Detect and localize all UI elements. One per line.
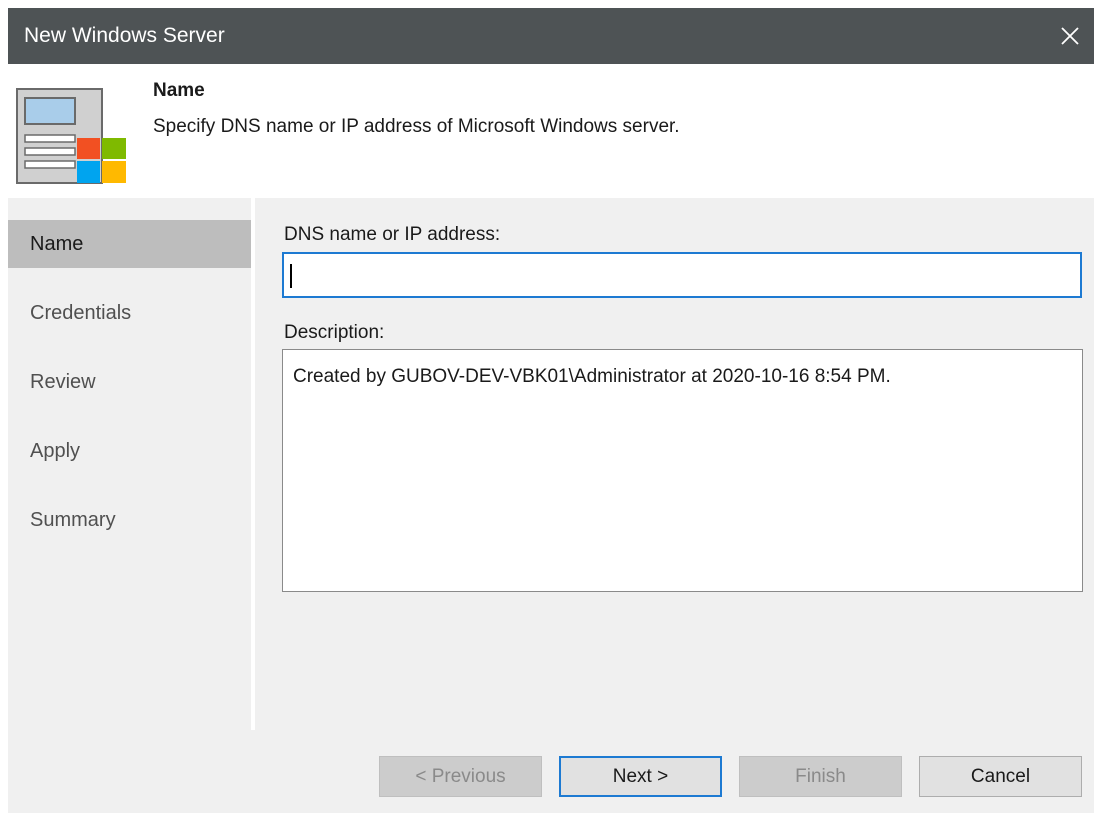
step-name[interactable]: Name xyxy=(8,220,251,268)
text-caret xyxy=(290,264,292,288)
description-label: Description: xyxy=(284,322,385,343)
close-icon[interactable] xyxy=(1046,8,1094,64)
step-apply[interactable]: Apply xyxy=(8,427,251,475)
step-credentials[interactable]: Credentials xyxy=(8,289,251,337)
wizard-footer: < Previous Next > Finish Cancel xyxy=(8,730,1094,813)
title-bar: New Windows Server xyxy=(8,8,1094,64)
previous-button[interactable]: < Previous xyxy=(379,756,542,797)
page-subtitle: Specify DNS name or IP address of Micros… xyxy=(153,116,680,137)
window-title: New Windows Server xyxy=(24,24,225,47)
cancel-button[interactable]: Cancel xyxy=(919,756,1082,797)
wizard-content: DNS name or IP address: Description: Cre… xyxy=(255,198,1094,730)
dns-input[interactable] xyxy=(282,252,1082,298)
wizard-header: Name Specify DNS name or IP address of M… xyxy=(8,64,1094,198)
windows-server-icon xyxy=(16,88,128,188)
description-value: Created by GUBOV-DEV-VBK01\Administrator… xyxy=(293,366,891,387)
step-review[interactable]: Review xyxy=(8,358,251,406)
wizard-steps: Name Credentials Review Apply Summary xyxy=(8,198,253,730)
description-field[interactable]: Created by GUBOV-DEV-VBK01\Administrator… xyxy=(282,349,1083,592)
page-title: Name xyxy=(153,80,205,101)
dns-label: DNS name or IP address: xyxy=(284,224,501,245)
step-summary[interactable]: Summary xyxy=(8,496,251,544)
next-button[interactable]: Next > xyxy=(559,756,722,797)
finish-button[interactable]: Finish xyxy=(739,756,902,797)
